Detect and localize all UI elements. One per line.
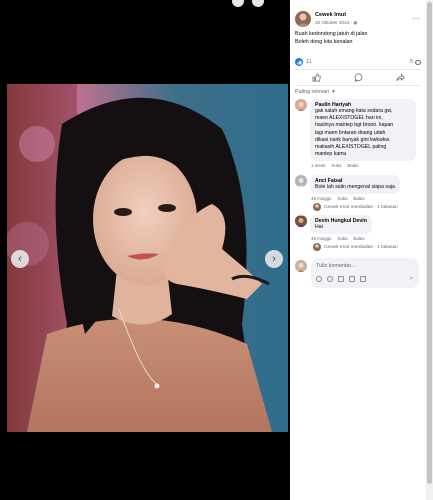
like-reaction-icon — [295, 58, 303, 66]
post-panel: Cewek Imut 10 Oktober 2024 · ◉ … Buah ke… — [290, 0, 426, 500]
comment-like-button[interactable]: Suka — [338, 196, 348, 201]
comment-time[interactable]: 1 menit — [311, 163, 325, 168]
reply-avatar — [313, 243, 321, 251]
globe-icon: ◉ — [353, 20, 358, 25]
comment-text: gak salah emang kata sodara gw, maen ALE… — [315, 108, 411, 158]
photo-viewer-screen: ‹ › Cewek Imut 10 Oktober 2024 · ◉ … Bua… — [0, 0, 433, 500]
reaction-count[interactable]: 11 — [306, 59, 312, 65]
gif-icon[interactable] — [349, 275, 355, 282]
comment-bubble-icon — [354, 73, 362, 82]
portrait-photo-image — [7, 84, 288, 432]
commenter-avatar[interactable] — [295, 215, 307, 227]
comment-sort-dropdown[interactable]: Paling relevan ▾ — [295, 89, 335, 95]
sticker-icon[interactable] — [360, 275, 366, 282]
more-dots-icon[interactable]: … — [412, 12, 420, 21]
divider — [295, 69, 421, 70]
comment-line: makasih ALEXISTOGEL paling — [315, 144, 387, 151]
chevron-left-icon[interactable]: ‹ — [11, 250, 29, 268]
post-photo — [7, 84, 288, 432]
fullscreen-icon[interactable] — [252, 0, 264, 7]
emoji-icon[interactable] — [327, 275, 333, 282]
comment-time[interactable]: 46 minggu — [311, 196, 332, 201]
chevron-right-icon[interactable]: › — [265, 250, 283, 268]
post-author[interactable]: Cewek Imut — [315, 12, 357, 18]
camera-icon[interactable] — [338, 275, 344, 282]
post-text-line: Boleh dong kita kenalan — [295, 39, 353, 45]
author-avatar[interactable] — [295, 11, 311, 27]
divider — [295, 85, 421, 86]
comment-item: Devin Hungkul Devin Hai 46 minggu Suka B… — [295, 215, 372, 241]
replies-label: Cewek Imut membalas · 1 balasan — [324, 204, 398, 210]
comment-line: lagi maen bntaran doang udah — [315, 129, 386, 136]
caret-down-icon: ▾ — [332, 89, 335, 95]
comment-meta: 46 minggu Suka Balas — [311, 236, 372, 241]
avatar-sticker-icon[interactable] — [316, 275, 322, 282]
comment-bubble: Anci Faisal Bole lah salin mengenal siap… — [310, 175, 400, 195]
comment-composer: Tulis komentar... ➤ — [295, 258, 421, 288]
photo-viewer: ‹ › — [0, 0, 290, 500]
comment-button[interactable] — [343, 72, 373, 83]
scrollbar[interactable] — [426, 0, 433, 500]
send-icon[interactable]: ➤ — [409, 275, 414, 282]
comment-line: gak salah emang kata sodara gw, — [315, 108, 393, 114]
commenter-avatar[interactable] — [295, 99, 307, 111]
comment-line: mantep kamu — [315, 151, 347, 158]
comment-like-button[interactable]: Suka — [331, 163, 341, 168]
view-replies-link[interactable]: Cewek Imut membalas · 1 balasan — [313, 243, 398, 251]
like-button[interactable] — [301, 72, 331, 83]
comment-item: Anci Faisal Bole lah salin mengenal siap… — [295, 175, 400, 201]
replies-label: Cewek Imut membalas · 1 balasan — [324, 244, 398, 250]
comment-meta: 46 minggu Suka Balas — [311, 196, 400, 201]
comment-line: maen ALEXISTOGEL hari ini, — [315, 115, 383, 122]
comment-text: Hai — [315, 224, 323, 230]
current-user-avatar — [295, 260, 307, 272]
reply-avatar — [313, 203, 321, 211]
share-arrow-icon — [396, 73, 405, 82]
composer-tools: ➤ — [316, 275, 414, 282]
view-replies-link[interactable]: Cewek Imut membalas · 1 balasan — [313, 203, 398, 211]
comment-reply-button[interactable]: Balas — [354, 236, 365, 241]
comment-line: hasilnya mantep bgt brooo. kapan — [315, 122, 394, 129]
comment-bubble: Paulin Hariyah gak salah emang kata soda… — [310, 99, 416, 162]
comment-count[interactable]: 5 — [410, 59, 413, 65]
comment-count-icon — [415, 59, 421, 65]
comment-input-box[interactable]: Tulis komentar... ➤ — [311, 258, 419, 288]
reaction-summary[interactable]: 11 5 — [295, 58, 421, 66]
scrollbar-thumb[interactable] — [427, 2, 432, 484]
comment-reply-button[interactable]: Balas — [354, 196, 365, 201]
post-header: Cewek Imut 10 Oktober 2024 · ◉ — [295, 11, 357, 27]
post-text: Buah kedondong jatuh di jalan Boleh dong… — [295, 30, 368, 46]
thumb-up-icon — [312, 73, 321, 82]
zoom-icon[interactable] — [232, 0, 244, 7]
comment-item: Paulin Hariyah gak salah emang kata soda… — [295, 99, 416, 168]
commenter-avatar[interactable] — [295, 175, 307, 187]
comment-time[interactable]: 46 minggu — [311, 236, 332, 241]
post-text-line: Buah kedondong jatuh di jalan — [295, 31, 368, 37]
comment-like-button[interactable]: Suka — [338, 236, 348, 241]
sort-label: Paling relevan — [295, 89, 330, 95]
post-date[interactable]: 10 Oktober 2024 · ◉ — [315, 20, 357, 26]
comment-line: dikasi narik banyak gini kwkwkw. — [315, 136, 391, 143]
comment-bubble: Devin Hungkul Devin Hai — [310, 215, 372, 235]
comment-reply-button[interactable]: Balas — [347, 163, 358, 168]
post-actions — [295, 71, 421, 84]
share-button[interactable] — [385, 72, 415, 83]
comment-meta: 1 menit Suka Balas — [311, 163, 416, 168]
comment-input[interactable]: Tulis komentar... — [316, 261, 414, 275]
comment-text: Bole lah salin mengenal siapa saja — [315, 184, 395, 190]
